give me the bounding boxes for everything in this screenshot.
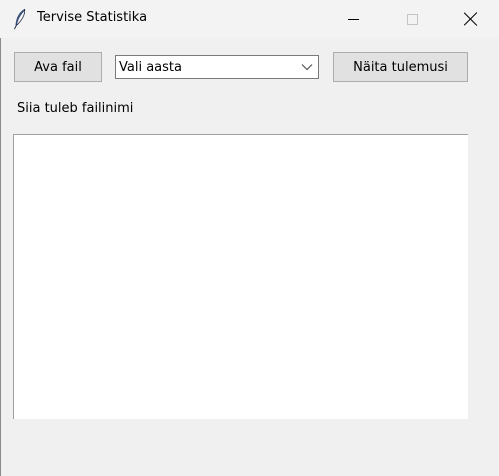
maximize-button[interactable]	[389, 0, 435, 38]
open-file-button[interactable]: Ava fail	[14, 52, 102, 82]
results-textbox[interactable]	[13, 134, 468, 419]
year-select-value: Vali aasta	[119, 60, 182, 75]
window-edge	[0, 0, 1, 476]
minimize-button[interactable]	[330, 0, 376, 38]
feather-icon	[14, 8, 26, 30]
close-button[interactable]	[448, 0, 494, 38]
show-results-button[interactable]: Näita tulemusi	[333, 52, 468, 82]
minimize-icon	[347, 18, 359, 20]
window-title: Tervise Statistika	[37, 10, 148, 25]
close-icon	[464, 12, 478, 26]
year-select[interactable]: Vali aasta	[115, 55, 319, 79]
maximize-icon	[406, 13, 418, 25]
title-bar[interactable]: Tervise Statistika	[0, 0, 499, 38]
chevron-down-icon[interactable]	[301, 63, 313, 71]
filename-label: Siia tuleb failinimi	[17, 101, 134, 116]
